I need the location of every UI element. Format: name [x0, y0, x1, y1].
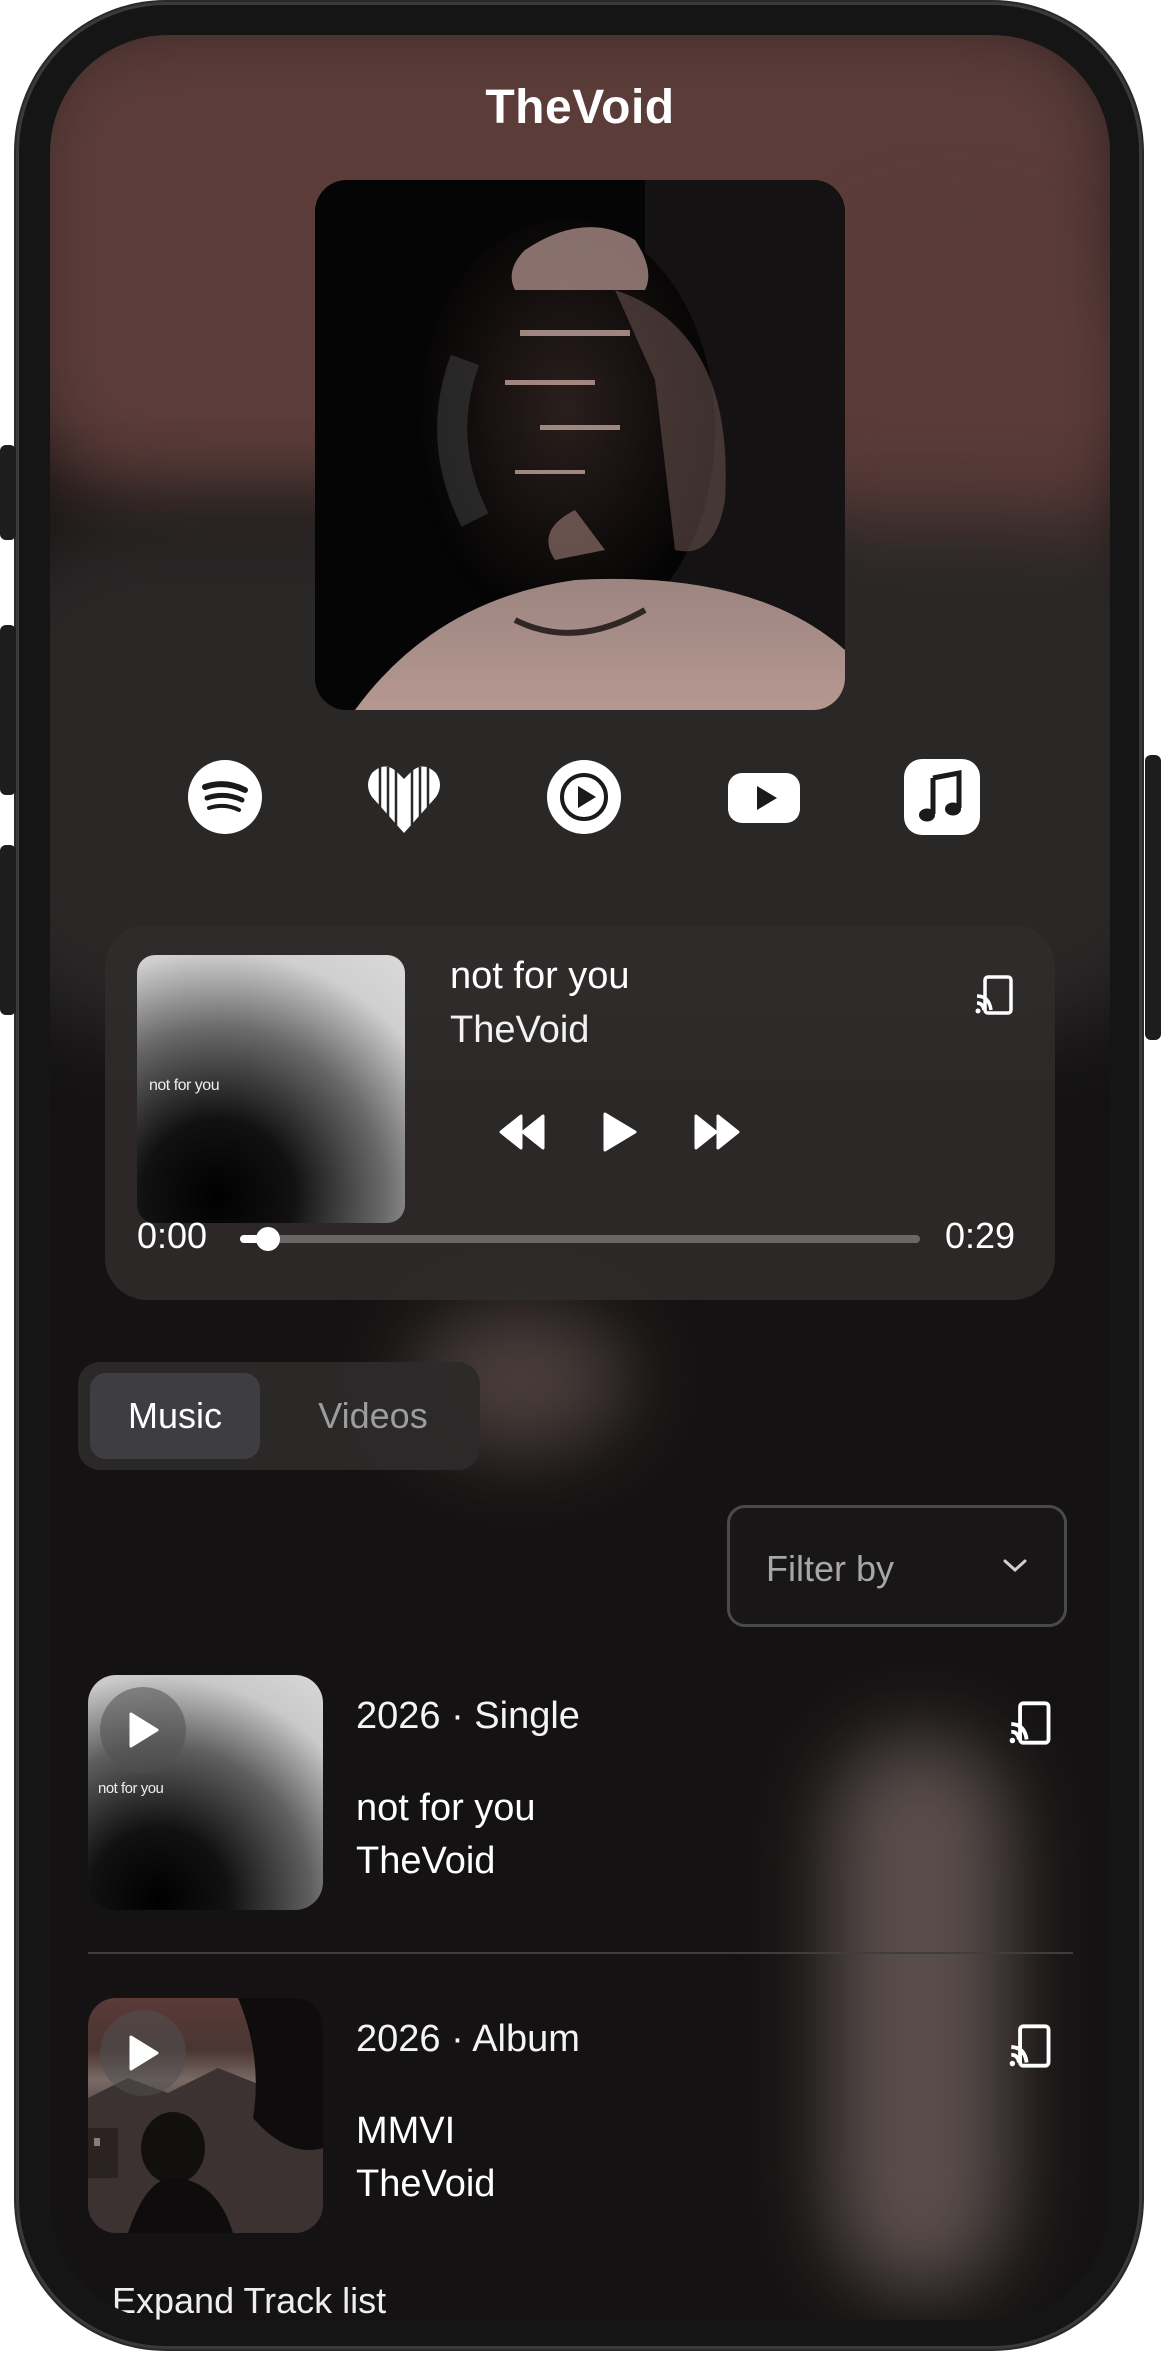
track-play-button[interactable] [100, 1687, 186, 1773]
expand-track-list-button[interactable]: Expand Track list [112, 2280, 386, 2320]
streaming-platforms [50, 755, 1110, 845]
deezer-heart-icon [368, 766, 440, 833]
apple-music-icon [904, 759, 980, 835]
player-track-artist: TheVoid [450, 1009, 590, 1051]
youtube-music-link[interactable] [542, 755, 626, 839]
fast-forward-button[interactable] [685, 1100, 749, 1164]
filter-label: Filter by [766, 1548, 895, 1589]
track-meta: 2026 · Album [356, 2018, 580, 2060]
artist-hero-image [315, 180, 845, 710]
tab-music[interactable]: Music [90, 1373, 260, 1459]
track-cover-art [88, 1998, 323, 2233]
cover-art-text: not for you [98, 1780, 164, 1797]
track-artist: TheVoid [356, 2163, 496, 2205]
track-cover-art: not for you [88, 1675, 323, 1910]
spotify-link[interactable] [183, 755, 267, 839]
app-screen: TheVoid not for you not for you TheVoid … [50, 35, 1110, 2320]
youtube-link[interactable] [722, 755, 806, 839]
youtube-music-icon [547, 760, 621, 834]
artist-title: TheVoid [485, 81, 675, 134]
track-title: not for you [356, 1787, 536, 1829]
play-button[interactable] [587, 1100, 651, 1164]
cast-button[interactable] [970, 970, 1020, 1020]
deezer-link[interactable] [362, 755, 446, 839]
play-icon [129, 1712, 159, 1748]
track-play-button[interactable] [100, 2010, 186, 2096]
play-icon [129, 2035, 159, 2071]
track-title: MMVI [356, 2110, 456, 2152]
phone-volume-up [0, 625, 16, 795]
cover-art-text: not for you [149, 1077, 220, 1094]
media-tabs: Music Videos [78, 1362, 480, 1470]
spotify-icon [188, 760, 262, 834]
track-item[interactable]: not for you 2026 · Single not for you Th… [88, 1675, 1073, 1915]
track-cast-button[interactable] [1003, 1695, 1058, 1750]
tab-videos[interactable]: Videos [273, 1373, 473, 1459]
rewind-icon [499, 1114, 545, 1150]
player-track-title: not for you [450, 955, 630, 997]
phone-power-button [1145, 755, 1161, 1040]
progress-slider[interactable] [240, 1227, 920, 1251]
fast-forward-icon [694, 1114, 740, 1150]
play-icon [603, 1112, 637, 1152]
track-cast-button[interactable] [1003, 2018, 1058, 2073]
phone-mute-switch [0, 445, 16, 540]
phone-volume-down [0, 845, 16, 1015]
cast-icon [975, 975, 1013, 1015]
cast-icon [1009, 2023, 1050, 2068]
track-meta: 2026 · Single [356, 1695, 580, 1737]
time-current: 0:00 [137, 1215, 208, 1256]
progress-thumb[interactable] [256, 1227, 281, 1251]
filter-dropdown[interactable]: Filter by [727, 1505, 1067, 1627]
cast-icon [1009, 1700, 1050, 1745]
chevron-down-icon [1003, 1559, 1027, 1573]
audio-player: not for you not for you TheVoid 0:00 0:2… [105, 925, 1055, 1300]
track-divider [88, 1952, 1073, 1954]
time-total: 0:29 [945, 1215, 1016, 1256]
rewind-button[interactable] [490, 1100, 554, 1164]
player-cover-art: not for you [137, 955, 405, 1223]
apple-music-link[interactable] [900, 755, 984, 839]
youtube-icon [728, 773, 800, 823]
track-artist: TheVoid [356, 1840, 496, 1882]
track-item[interactable]: 2026 · Album MMVI TheVoid [88, 1998, 1073, 2238]
